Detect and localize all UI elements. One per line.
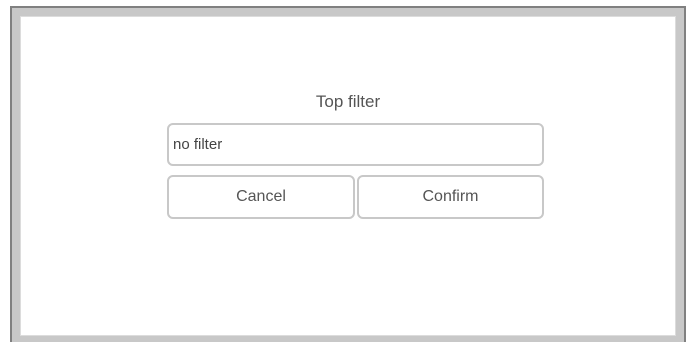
confirm-button[interactable]: Confirm — [357, 175, 544, 219]
dialog-title: Top filter — [315, 92, 381, 111]
cancel-button[interactable]: Cancel — [167, 175, 355, 219]
window-frame: Top filter Cancel Confirm — [10, 6, 686, 342]
filter-input[interactable] — [167, 123, 544, 166]
top-filter-dialog: Top filter Cancel Confirm — [20, 16, 676, 336]
